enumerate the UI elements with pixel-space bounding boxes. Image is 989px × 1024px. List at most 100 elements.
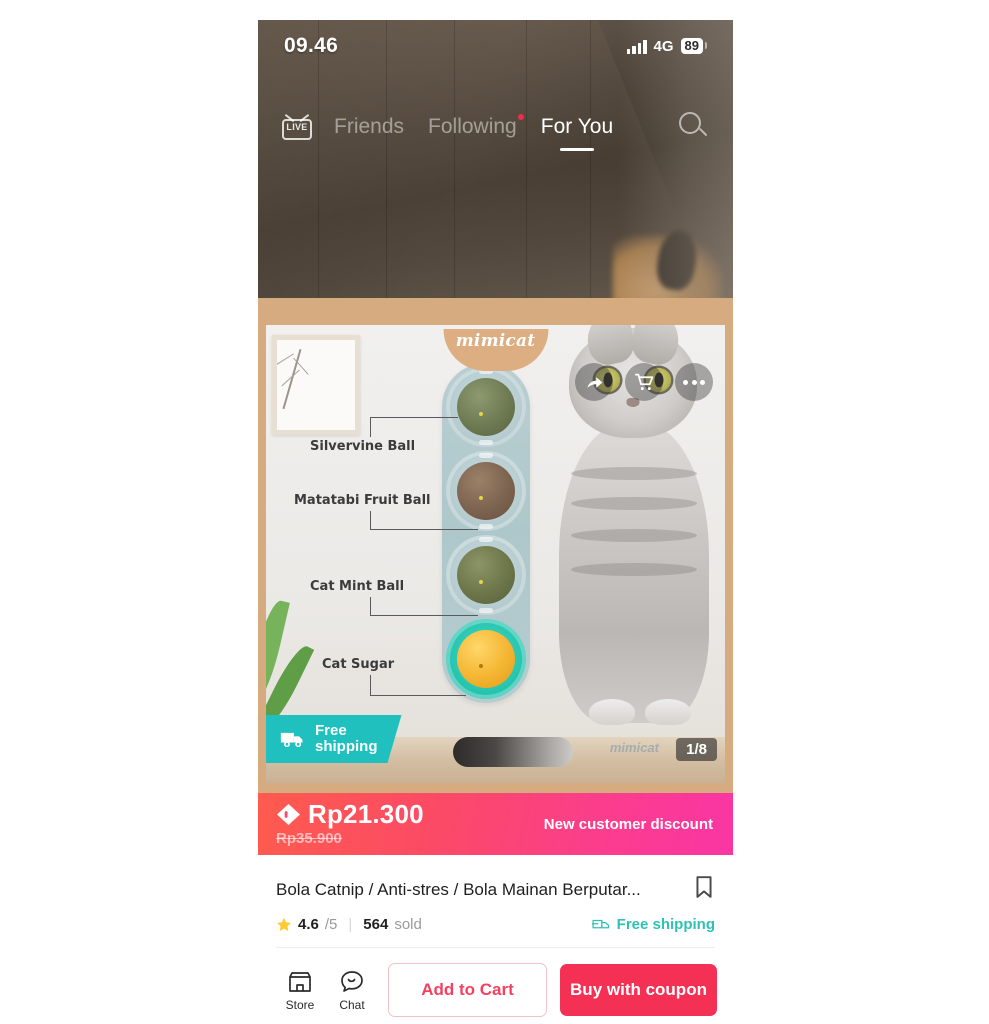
- callout-label: Silvervine Ball: [310, 439, 416, 454]
- sold-count: 564: [363, 916, 389, 933]
- cat-body: [559, 423, 709, 725]
- rating-suffix: /5: [324, 916, 338, 933]
- bottom-action-bar: Store Chat Add to Cart Buy with coupon: [258, 956, 733, 1024]
- leader-line: [370, 597, 372, 615]
- brand-badge: mimicat: [443, 329, 548, 371]
- coupon-ticket-icon: [277, 803, 300, 825]
- leader-line: [370, 417, 458, 419]
- delivery-truck-outline-icon: [591, 919, 609, 929]
- product-info-block: Bola Catnip / Anti-stres / Bola Mainan B…: [258, 855, 733, 948]
- callout-matatabi: Matatabi Fruit Ball: [294, 493, 430, 508]
- tab-for-you[interactable]: For You: [540, 115, 614, 151]
- cat-tail: [453, 737, 573, 767]
- add-to-cart-button[interactable]: Add to Cart: [388, 963, 547, 1017]
- signal-bars-icon: [626, 39, 647, 54]
- status-bar: 09.46 4G 89: [258, 20, 733, 72]
- bookmark-icon[interactable]: [693, 875, 715, 904]
- chat-bubble-icon: [341, 970, 363, 992]
- dispenser-slot-4: [446, 619, 526, 699]
- price-current: Rp21.300: [308, 799, 424, 829]
- leader-line: [370, 615, 478, 617]
- callout-label: Cat Mint Ball: [310, 579, 405, 594]
- chat-button[interactable]: Chat: [326, 969, 378, 1012]
- leader-line: [370, 511, 372, 529]
- screenshot-canvas: 09.46 4G 89 LIVE Friends Following For Y…: [0, 0, 989, 1024]
- picture-mat: [277, 340, 355, 430]
- battery-cap: [704, 42, 707, 50]
- matatabi-fruit-ball: [457, 462, 515, 520]
- tab-following-label: Following: [428, 115, 517, 138]
- free-shipping-badge: Free shipping: [591, 916, 715, 933]
- tab-friends[interactable]: Friends: [334, 115, 404, 139]
- more-options-icon[interactable]: [675, 363, 713, 401]
- twig-branch: [277, 353, 294, 369]
- share-arrow-icon[interactable]: [575, 363, 613, 401]
- status-indicators: 4G 89: [626, 37, 707, 55]
- buy-with-coupon-button[interactable]: Buy with coupon: [560, 964, 717, 1016]
- ribbon-line-2: shipping: [315, 738, 378, 755]
- active-tab-underline: [559, 148, 594, 151]
- promo-label: New customer discount: [543, 815, 713, 833]
- image-watermark: mimicat: [609, 740, 659, 755]
- cat-ear-left: [582, 325, 638, 369]
- product-image-card[interactable]: Silvervine Ball Matatabi Fruit Ball Cat …: [258, 298, 733, 793]
- cat-ear-right: [628, 325, 684, 369]
- sold-label: sold: [394, 916, 422, 933]
- leader-line: [370, 529, 478, 531]
- store-button[interactable]: Store: [274, 969, 326, 1012]
- product-image-inner: Silvervine Ball Matatabi Fruit Ball Cat …: [266, 325, 725, 783]
- meta-separator: |: [348, 916, 353, 933]
- chat-label: Chat: [339, 997, 365, 1012]
- cat-paw-right: [645, 699, 691, 725]
- dispenser-slot-1: [446, 367, 526, 447]
- free-shipping-label: Free shipping: [616, 916, 715, 933]
- top-navigation: LIVE Friends Following For You: [258, 102, 733, 152]
- cat-paw-left: [589, 699, 635, 725]
- dispenser-slot-3: [446, 535, 526, 615]
- storefront-icon: [289, 971, 311, 992]
- cat-mint-ball: [457, 546, 515, 604]
- callout-label: Matatabi Fruit Ball: [294, 493, 431, 508]
- leader-line: [370, 695, 466, 697]
- image-counter: 1/8: [676, 738, 717, 761]
- callout-silvervine: Silvervine Ball: [310, 439, 415, 454]
- status-time: 09.46: [284, 34, 339, 57]
- price-bar[interactable]: Rp21.300 Rp35.900 New customer discount: [258, 793, 733, 855]
- star-icon: [276, 917, 292, 931]
- phone-viewport: 09.46 4G 89 LIVE Friends Following For Y…: [258, 20, 733, 1024]
- tab-following[interactable]: Following: [428, 114, 524, 139]
- battery-level-label: 89: [680, 38, 703, 54]
- live-label: LIVE: [286, 122, 308, 132]
- tab-for-you-label: For You: [540, 115, 614, 138]
- brand-label: mimicat: [455, 331, 536, 351]
- product-title-row: Bola Catnip / Anti-stres / Bola Mainan B…: [258, 855, 733, 904]
- dispenser-slot-2: [446, 451, 526, 531]
- price-current-row: Rp21.300: [276, 801, 424, 827]
- product-meta-row: 4.6 /5 | 564 sold Free shipping: [258, 904, 733, 947]
- cat-sugar-ball: [457, 630, 515, 688]
- search-icon[interactable]: [679, 112, 709, 142]
- image-action-buttons: [575, 363, 713, 401]
- free-shipping-ribbon: Free shipping: [266, 715, 402, 763]
- search-handle: [698, 127, 708, 137]
- wall-picture-frame: [272, 335, 360, 435]
- info-divider: [276, 947, 715, 948]
- notification-dot-icon: [517, 114, 524, 120]
- leader-line: [370, 417, 372, 437]
- silvervine-ball: [457, 378, 515, 436]
- ribbon-line-1: Free: [315, 721, 347, 739]
- leader-line: [370, 675, 372, 695]
- callout-catmint: Cat Mint Ball: [310, 579, 404, 594]
- shopping-cart-icon[interactable]: [625, 363, 663, 401]
- free-shipping-ribbon-text: Free shipping: [315, 723, 378, 755]
- rating-value: 4.6: [298, 916, 319, 933]
- tab-friends-label: Friends: [334, 115, 405, 138]
- delivery-truck-icon: [280, 729, 306, 749]
- page-title[interactable]: Bola Catnip / Anti-stres / Bola Mainan B…: [276, 880, 685, 900]
- battery-icon: 89: [680, 38, 707, 54]
- ball-dispenser: [442, 363, 530, 703]
- search-ring: [679, 112, 701, 134]
- live-tv-icon[interactable]: LIVE: [282, 113, 312, 140]
- network-type-label: 4G: [653, 37, 674, 55]
- price-block: Rp21.300 Rp35.900: [258, 801, 424, 847]
